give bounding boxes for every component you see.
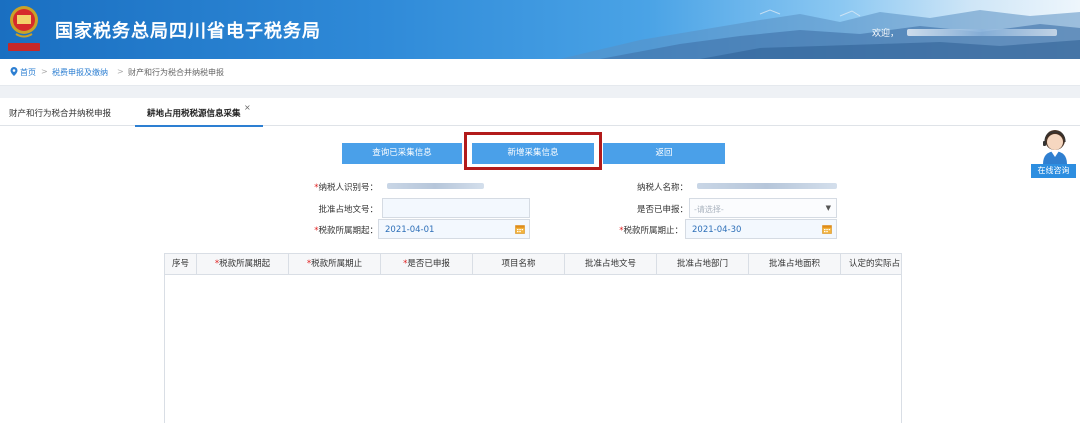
period-start-label: *税款所属期起： xyxy=(314,226,378,236)
column-header-project-name: 项目名称 xyxy=(473,254,565,275)
period-start-value: 2021-04-01 xyxy=(385,225,435,235)
tab-close-icon[interactable]: × xyxy=(244,103,251,112)
breadcrumb-separator: > xyxy=(41,67,48,76)
calendar-icon[interactable] xyxy=(822,224,832,234)
declared-select[interactable]: -请选择- ▼ xyxy=(689,198,837,218)
breadcrumb-separator: > xyxy=(117,67,124,76)
period-end-value: 2021-04-30 xyxy=(692,225,742,235)
taxpayer-name-label: 纳税人名称： xyxy=(636,183,688,193)
breadcrumb-tax-filing[interactable]: 税费申报及缴纳 xyxy=(52,67,108,78)
chevron-down-icon: ▼ xyxy=(825,204,831,212)
table-header: 序号 *税款所属期起 *税款所属期止 *是否已申报 项目名称 批准占地文号 批准… xyxy=(165,254,901,275)
column-header-approval-area: 批准占地面积 xyxy=(749,254,841,275)
column-header-index: 序号 xyxy=(165,254,197,275)
site-title: 国家税务总局四川省电子税务局 xyxy=(55,21,321,42)
breadcrumb-current: 财产和行为税合并纳税申报 xyxy=(128,68,224,77)
query-collected-button[interactable]: 查询已采集信息 xyxy=(342,143,462,164)
tab-combined-declaration[interactable]: 财产和行为税合并纳税申报 xyxy=(9,107,111,119)
tab-land-tax-collection[interactable]: 耕地占用税税源信息采集 xyxy=(147,107,241,119)
back-button[interactable]: 返回 xyxy=(603,143,725,164)
active-tab-indicator xyxy=(135,125,263,127)
column-header-approval-doc: 批准占地文号 xyxy=(565,254,657,275)
column-header-actual-area: 认定的实际占 xyxy=(849,259,901,269)
breadcrumb: 首页 > 税费申报及缴纳 > 财产和行为税合并纳税申报 xyxy=(0,59,1080,86)
taxpayer-id-value-redacted xyxy=(387,183,484,189)
header-banner: 国家税务总局四川省电子税务局 欢迎， xyxy=(0,0,1080,59)
calendar-icon[interactable] xyxy=(515,224,525,234)
approval-doc-input[interactable] xyxy=(382,198,530,218)
column-header-period-start: *税款所属期起 xyxy=(197,254,289,275)
taxpayer-name-value-redacted xyxy=(697,183,837,189)
online-consult-button[interactable]: 在线咨询 xyxy=(1031,164,1076,178)
username-redacted xyxy=(907,29,1057,36)
period-end-label: *税款所属期止： xyxy=(619,226,683,236)
tax-emblem-icon xyxy=(8,6,40,51)
location-pin-icon xyxy=(10,67,18,76)
customer-service-avatar-icon[interactable] xyxy=(1037,126,1073,164)
declared-label: 是否已申报： xyxy=(636,205,688,215)
tab-bar: 财产和行为税合并纳税申报 耕地占用税税源信息采集 xyxy=(0,98,1080,126)
section-divider xyxy=(0,86,1080,98)
period-end-input[interactable]: 2021-04-30 xyxy=(685,219,837,239)
declared-select-placeholder: -请选择- xyxy=(694,205,724,214)
column-header-declared: *是否已申报 xyxy=(381,254,473,275)
taxpayer-id-label: *纳税人识别号： xyxy=(314,183,378,193)
column-header-approval-dept: 批准占地部门 xyxy=(657,254,749,275)
approval-doc-label: 批准占地文号： xyxy=(318,205,378,215)
highlight-box xyxy=(464,132,602,170)
welcome-text: 欢迎， xyxy=(872,29,900,39)
breadcrumb-home[interactable]: 首页 xyxy=(20,67,36,78)
column-header-period-end: *税款所属期止 xyxy=(289,254,381,275)
period-start-input[interactable]: 2021-04-01 xyxy=(378,219,530,239)
collection-table: 序号 *税款所属期起 *税款所属期止 *是否已申报 项目名称 批准占地文号 批准… xyxy=(164,253,902,423)
